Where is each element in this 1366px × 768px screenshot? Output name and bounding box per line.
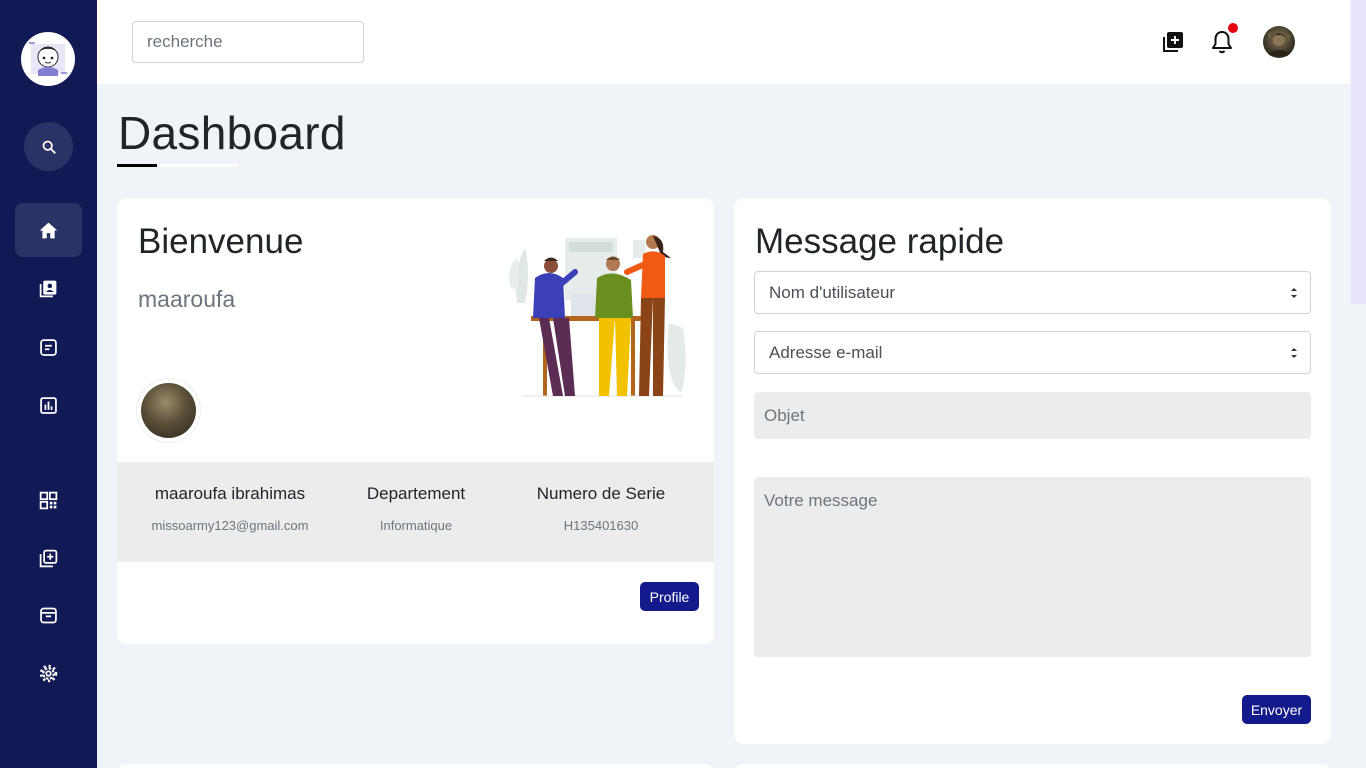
info-column-user: maaroufa ibrahimas missoarmy123@gmail.co… bbox=[130, 484, 330, 533]
info-department-label: Departement bbox=[366, 484, 466, 503]
archive-icon bbox=[40, 607, 57, 623]
notification-dot bbox=[1228, 23, 1238, 33]
add-box-icon bbox=[1163, 32, 1183, 52]
info-serial-value: H135401630 bbox=[563, 518, 639, 533]
sidebar-item-settings[interactable] bbox=[15, 646, 82, 700]
title-underline bbox=[117, 164, 157, 167]
avatar-logo-icon bbox=[29, 42, 67, 76]
sidebar bbox=[0, 0, 97, 768]
profile-avatar bbox=[137, 379, 200, 442]
add-item-button[interactable] bbox=[1161, 28, 1185, 56]
welcome-title: Bienvenue bbox=[138, 222, 304, 261]
subject-input[interactable]: Objet bbox=[754, 392, 1311, 439]
sidebar-search-button[interactable] bbox=[24, 122, 73, 171]
info-fullname: maaroufa ibrahimas bbox=[154, 484, 306, 503]
info-column-department: Departement Informatique bbox=[316, 484, 516, 533]
info-serial-label: Numero de Serie bbox=[536, 484, 666, 503]
profile-photo-icon bbox=[141, 383, 196, 438]
message-textarea[interactable]: Votre message bbox=[754, 477, 1311, 657]
bottom-card-left bbox=[117, 764, 714, 768]
contact-book-icon bbox=[39, 280, 57, 297]
info-department-value: Informatique bbox=[379, 518, 453, 533]
message-placeholder: Votre message bbox=[764, 491, 878, 510]
info-column-serial: Numero de Serie H135401630 bbox=[501, 484, 701, 533]
settings-icon bbox=[39, 664, 58, 682]
sidebar-item-statistics[interactable] bbox=[15, 378, 82, 432]
bar-chart-icon bbox=[40, 396, 57, 414]
title-underline-accent bbox=[160, 164, 238, 167]
welcome-card: Bienvenue maaroufa maaroufa ibrahimas mi… bbox=[117, 198, 714, 644]
sidebar-item-home[interactable] bbox=[15, 203, 82, 257]
info-email: missoarmy123@gmail.com bbox=[151, 518, 309, 533]
bell-icon bbox=[1212, 31, 1232, 54]
sidebar-item-archive[interactable] bbox=[15, 588, 82, 642]
profile-info-strip: maaroufa ibrahimas missoarmy123@gmail.co… bbox=[117, 462, 714, 562]
send-button[interactable]: Envoyer bbox=[1242, 695, 1311, 724]
add-copy-icon bbox=[39, 549, 58, 567]
email-select[interactable]: Adresse e-mail bbox=[754, 331, 1311, 374]
qr-code-icon bbox=[39, 491, 58, 509]
top-bar bbox=[97, 0, 1350, 84]
team-illustration bbox=[509, 235, 686, 397]
search-icon bbox=[42, 140, 56, 154]
welcome-username: maaroufa bbox=[138, 286, 236, 312]
app-logo[interactable] bbox=[21, 32, 75, 86]
document-icon bbox=[40, 338, 57, 356]
user-avatar[interactable] bbox=[1263, 26, 1295, 58]
user-photo-icon bbox=[1266, 32, 1292, 56]
select-arrows-icon bbox=[1291, 288, 1297, 298]
bottom-card-right bbox=[734, 764, 1331, 768]
subject-placeholder: Objet bbox=[764, 405, 805, 425]
quick-message-card: Message rapide Nom d'utilisateur Adresse… bbox=[734, 198, 1331, 744]
sidebar-item-add[interactable] bbox=[15, 531, 82, 585]
search-input[interactable] bbox=[132, 21, 364, 63]
quick-message-title: Message rapide bbox=[755, 222, 1005, 261]
sidebar-item-qr-code[interactable] bbox=[15, 473, 82, 527]
home-icon bbox=[39, 222, 58, 238]
username-select[interactable]: Nom d'utilisateur bbox=[754, 271, 1311, 314]
select-arrows-icon bbox=[1291, 348, 1297, 358]
scrollbar-thumb[interactable] bbox=[1351, 0, 1366, 304]
profile-button[interactable]: Profile bbox=[640, 582, 699, 611]
sidebar-item-contacts[interactable] bbox=[15, 261, 82, 315]
page-title: Dashboard bbox=[118, 107, 346, 159]
username-select-value: Nom d'utilisateur bbox=[769, 282, 896, 302]
email-select-value: Adresse e-mail bbox=[769, 342, 883, 362]
sidebar-item-documents[interactable] bbox=[15, 320, 82, 374]
